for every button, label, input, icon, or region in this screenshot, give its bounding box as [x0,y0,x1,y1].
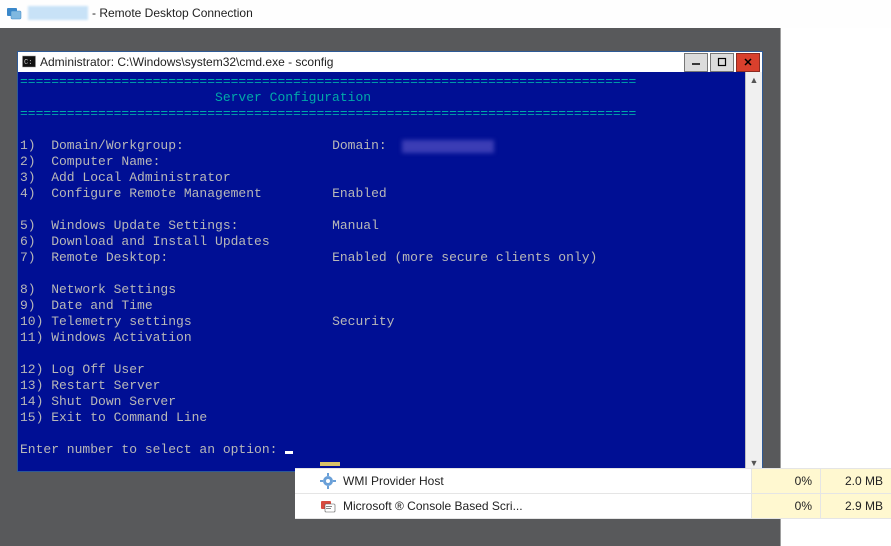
process-row[interactable]: Microsoft ® Console Based Scri... 0% 2.9… [295,494,891,519]
minimize-button[interactable] [684,53,708,72]
cmd-window: C: Administrator: C:\Windows\system32\cm… [17,51,763,472]
rdc-hostname-blurred [28,6,88,20]
process-name: WMI Provider Host [341,474,751,488]
rdc-titlebar: - Remote Desktop Connection [0,0,891,29]
close-button[interactable] [736,53,760,72]
process-cpu: 0% [751,494,820,518]
rdc-icon [6,5,22,21]
svg-text:C:: C: [24,59,32,67]
process-mem: 2.9 MB [820,494,891,518]
cmd-icon: C: [22,55,36,69]
cmd-title-text: Administrator: C:\Windows\system32\cmd.e… [40,55,684,69]
process-mem: 2.0 MB [820,469,891,493]
cmd-titlebar[interactable]: C: Administrator: C:\Windows\system32\cm… [18,52,762,72]
cmd-scrollbar[interactable]: ▲ ▼ [745,72,762,471]
partial-row-fragment [320,462,340,466]
cmd-body[interactable]: ========================================… [18,72,745,471]
gear-icon [319,473,337,489]
maximize-button[interactable] [710,53,734,72]
rdc-title-suffix: - Remote Desktop Connection [92,6,253,20]
process-cpu: 0% [751,469,820,493]
mmc-icon [319,498,337,514]
scroll-up-icon[interactable]: ▲ [746,72,762,88]
process-row[interactable]: WMI Provider Host 0% 2.0 MB [295,468,891,494]
process-name: Microsoft ® Console Based Scri... [341,499,751,513]
process-list: WMI Provider Host 0% 2.0 MB Microsoft ® … [295,468,891,519]
